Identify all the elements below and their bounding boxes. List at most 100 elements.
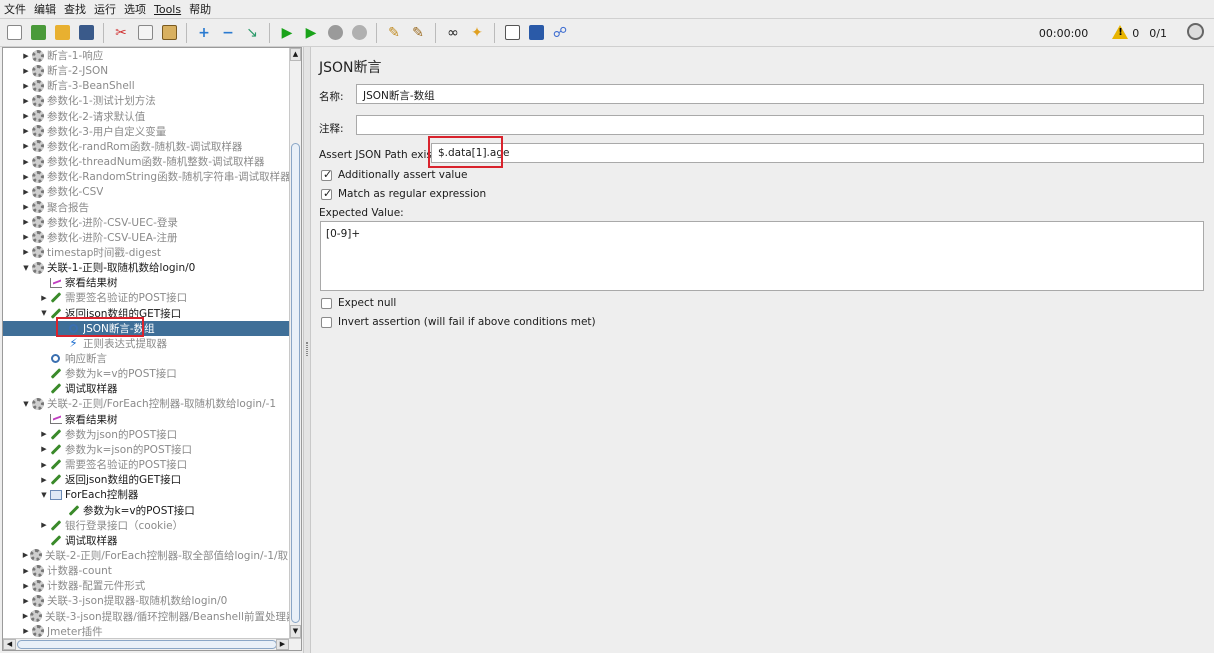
collapsed-arrow-icon[interactable]: ▶: [21, 173, 31, 181]
tree-node-selected[interactable]: JSON断言-数组: [3, 320, 289, 336]
tree-node[interactable]: ▶ 参数化-threadNum函数-随机整数-调试取样器: [3, 154, 289, 169]
tree-node[interactable]: ▶ 关联-3-json提取器/循环控制器/Beanshell前置处理器-取全: [3, 609, 289, 624]
clear-all-icon[interactable]: ✎: [408, 23, 428, 43]
stop-icon[interactable]: [325, 23, 345, 43]
search-icon[interactable]: ∞: [443, 23, 463, 43]
scroll-down-icon[interactable]: ▼: [290, 625, 301, 638]
tree-node[interactable]: ▶ 银行登录接口（cookie）: [3, 518, 289, 533]
expanded-arrow-icon[interactable]: ▼: [21, 264, 31, 272]
start-icon[interactable]: ▶: [277, 23, 297, 43]
collapsed-arrow-icon[interactable]: ▶: [39, 521, 49, 529]
tree-node[interactable]: ▶ 参数化-randRom函数-随机数-调试取样器: [3, 139, 289, 154]
tree-node[interactable]: ▶ 关联-3-json提取器-取随机数给login/0: [3, 593, 289, 608]
collapsed-arrow-icon[interactable]: ▶: [21, 218, 31, 226]
collapsed-arrow-icon[interactable]: ▶: [39, 476, 49, 484]
scroll-left-icon[interactable]: ◀: [3, 639, 16, 650]
collapsed-arrow-icon[interactable]: ▶: [21, 203, 31, 211]
collapsed-arrow-icon[interactable]: ▶: [21, 97, 31, 105]
cut-icon[interactable]: ✂: [111, 23, 131, 43]
tree-node[interactable]: ▶ 断言-2-JSON: [3, 63, 289, 78]
tree-vertical-scrollbar[interactable]: ▲ ▼: [289, 48, 301, 638]
tree-node[interactable]: ▶ 参数化-进阶-CSV-UEA-注册: [3, 230, 289, 245]
new-icon[interactable]: [4, 23, 24, 43]
scroll-thumb[interactable]: [17, 640, 277, 649]
tree-node[interactable]: ▶ 聚合报告: [3, 200, 289, 215]
test-plan-tree[interactable]: ▶ 断言-1-响应 ▶ 断言-2-JSON ▶ 断言-3-BeanShell ▶ 参数化-1-…: [3, 48, 289, 638]
tree-node[interactable]: 参数为k=v的POST接口: [3, 366, 289, 381]
tree-node[interactable]: 察看结果树: [3, 412, 289, 427]
checkbox-icon[interactable]: [321, 168, 332, 181]
templates-icon[interactable]: [28, 23, 48, 43]
tree-node[interactable]: ▶ 返回json数组的GET接口: [3, 472, 289, 487]
open-icon[interactable]: [52, 23, 72, 43]
warning-icon[interactable]: [1102, 24, 1129, 42]
name-field[interactable]: JSON断言-数组: [356, 84, 1204, 104]
tree-node[interactable]: ▶ 计数器-配置元件形式: [3, 578, 289, 593]
comment-field[interactable]: [356, 115, 1204, 135]
tree-node[interactable]: ▶ 参数化-CSV: [3, 184, 289, 199]
tree-node[interactable]: ▶ timestap时间戳-digest: [3, 245, 289, 260]
collapsed-arrow-icon[interactable]: ▶: [21, 142, 31, 150]
tree-node[interactable]: ▶ 参数化-进阶-CSV-UEC-登录: [3, 215, 289, 230]
paste-icon[interactable]: [159, 23, 179, 43]
checkbox-icon[interactable]: [321, 187, 332, 200]
tree-node[interactable]: ▶ 参数化-1-测试计划方法: [3, 93, 289, 108]
checkbox-icon[interactable]: [321, 297, 332, 309]
tree-node[interactable]: 察看结果树: [3, 275, 289, 290]
collapse-icon[interactable]: −: [218, 23, 238, 43]
expanded-arrow-icon[interactable]: ▼: [39, 491, 49, 499]
start-no-pause-icon[interactable]: ▶: [301, 23, 321, 43]
collapsed-arrow-icon[interactable]: ▶: [21, 551, 30, 559]
collapsed-arrow-icon[interactable]: ▶: [21, 597, 31, 605]
checkbox-icon[interactable]: [321, 316, 332, 328]
expect-null-checkbox[interactable]: Expect null: [321, 297, 396, 309]
collapsed-arrow-icon[interactable]: ▶: [21, 52, 31, 60]
collapsed-arrow-icon[interactable]: ▶: [21, 67, 31, 75]
menu-options[interactable]: 选项: [124, 1, 146, 17]
tree-node[interactable]: ▼ 关联-2-正则/ForEach控制器-取随机数给login/-1: [3, 396, 289, 411]
menu-tools[interactable]: Tools: [154, 3, 181, 16]
collapsed-arrow-icon[interactable]: ▶: [21, 627, 31, 635]
collapsed-arrow-icon[interactable]: ▶: [39, 294, 49, 302]
collapsed-arrow-icon[interactable]: ▶: [21, 233, 31, 241]
scroll-thumb[interactable]: [291, 143, 300, 623]
collapsed-arrow-icon[interactable]: ▶: [21, 248, 31, 256]
collapsed-arrow-icon[interactable]: ▶: [21, 612, 30, 620]
collapsed-arrow-icon[interactable]: ▶: [21, 127, 31, 135]
tree-node[interactable]: ▼ 返回json数组的GET接口: [3, 306, 289, 321]
remote-icon[interactable]: ☍: [550, 23, 570, 43]
panel-splitter[interactable]: [303, 47, 311, 653]
collapsed-arrow-icon[interactable]: ▶: [21, 567, 31, 575]
tree-node[interactable]: ⚡ 正则表达式提取器: [3, 336, 289, 351]
tree-node[interactable]: 参数为k=v的POST接口: [3, 503, 289, 518]
tree-horizontal-scrollbar[interactable]: ◀ ▶: [3, 638, 301, 650]
tree-node[interactable]: ▶ 参数化-3-用户自定义变量: [3, 124, 289, 139]
tree-node[interactable]: ▶ 参数化-2-请求默认值: [3, 109, 289, 124]
expanded-arrow-icon[interactable]: ▼: [39, 309, 49, 317]
collapsed-arrow-icon[interactable]: ▶: [39, 461, 49, 469]
menu-help[interactable]: 帮助: [189, 1, 211, 17]
menu-search[interactable]: 查找: [64, 1, 86, 17]
reset-search-icon[interactable]: ✦: [467, 23, 487, 43]
tree-node[interactable]: ▶ 断言-3-BeanShell: [3, 78, 289, 93]
tree-node[interactable]: ▶ 参数化-RandomString函数-随机字符串-调试取样器: [3, 169, 289, 184]
menu-edit[interactable]: 编辑: [34, 1, 56, 17]
shutdown-icon[interactable]: [349, 23, 369, 43]
invert-assertion-checkbox[interactable]: Invert assertion (will fail if above con…: [321, 316, 596, 328]
additionally-assert-checkbox[interactable]: Additionally assert value: [321, 168, 467, 181]
collapsed-arrow-icon[interactable]: ▶: [21, 582, 31, 590]
tree-node[interactable]: ▶ 需要签名验证的POST接口: [3, 457, 289, 472]
json-path-field[interactable]: $.data[1].age: [431, 143, 1204, 163]
tree-node[interactable]: ▶ 计数器-count: [3, 563, 289, 578]
menu-file[interactable]: 文件: [4, 1, 26, 17]
scroll-right-icon[interactable]: ▶: [276, 639, 289, 650]
tree-node[interactable]: ▼ ForEach控制器: [3, 487, 289, 502]
collapsed-arrow-icon[interactable]: ▶: [21, 158, 31, 166]
function-helper-icon[interactable]: [502, 23, 522, 43]
tree-node[interactable]: ▼ 关联-1-正则-取随机数给login/0: [3, 260, 289, 275]
menu-run[interactable]: 运行: [94, 1, 116, 17]
tree-node[interactable]: 调试取样器: [3, 381, 289, 396]
copy-icon[interactable]: [135, 23, 155, 43]
tree-node[interactable]: ▶ 参数为k=json的POST接口: [3, 442, 289, 457]
tree-node[interactable]: ▶ 关联-2-正则/ForEach控制器-取全部值给login/-1/取match: [3, 548, 289, 563]
